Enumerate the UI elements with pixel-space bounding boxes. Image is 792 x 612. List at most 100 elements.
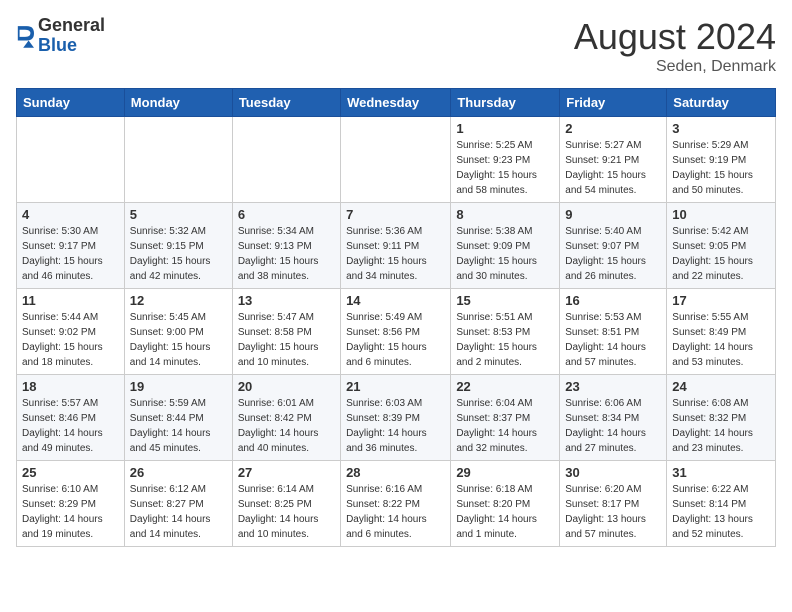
logo-general: General [38, 16, 105, 36]
calendar-cell [17, 117, 125, 203]
calendar-cell [341, 117, 451, 203]
day-info: Sunrise: 6:14 AMSunset: 8:25 PMDaylight:… [238, 482, 335, 542]
page-header: General Blue August 2024 Seden, Denmark [16, 16, 776, 76]
calendar-cell: 27 Sunrise: 6:14 AMSunset: 8:25 PMDayligh… [232, 461, 340, 547]
calendar-cell: 8Sunrise: 5:38 AMSunset: 9:09 PMDaylight… [451, 203, 560, 289]
calendar-cell: 22 Sunrise: 6:04 AMSunset: 8:37 PMDayligh… [451, 375, 560, 461]
calendar-cell: 17 Sunrise: 5:55 AMSunset: 8:49 PMDayligh… [667, 289, 776, 375]
day-info: Sunrise: 5:30 AMSunset: 9:17 PMDaylight:… [22, 224, 119, 284]
day-info: Sunrise: 5:32 AMSunset: 9:15 PMDaylight:… [130, 224, 227, 284]
calendar-body: 1Sunrise: 5:25 AMSunset: 9:23 PMDaylight… [17, 117, 776, 547]
day-number: 29 [456, 465, 554, 480]
day-info: Sunrise: 5:29 AMSunset: 9:19 PMDaylight:… [672, 138, 770, 198]
calendar-cell: 12Sunrise: 5:45 AMSunset: 9:00 PMDayligh… [124, 289, 232, 375]
day-info: Sunrise: 6:16 AMSunset: 8:22 PMDaylight:… [346, 482, 445, 542]
day-number: 31 [672, 465, 770, 480]
calendar-cell: 26 Sunrise: 6:12 AMSunset: 8:27 PMDayligh… [124, 461, 232, 547]
logo: General Blue [16, 16, 105, 56]
calendar-cell: 2 Sunrise: 5:27 AMSunset: 9:21 PMDaylight… [560, 117, 667, 203]
day-number: 18 [22, 379, 119, 394]
calendar-week-5: 25 Sunrise: 6:10 AMSunset: 8:29 PMDayligh… [17, 461, 776, 547]
day-info: Sunrise: 6:22 AMSunset: 8:14 PMDaylight:… [672, 482, 770, 542]
day-info: Sunrise: 6:04 AMSunset: 8:37 PMDaylight:… [456, 396, 554, 456]
calendar-cell: 7 Sunrise: 5:36 AMSunset: 9:11 PMDaylight… [341, 203, 451, 289]
day-info: Sunrise: 5:36 AMSunset: 9:11 PMDaylight:… [346, 224, 445, 284]
day-number: 16 [565, 293, 661, 308]
calendar-cell: 16 Sunrise: 5:53 AMSunset: 8:51 PMDayligh… [560, 289, 667, 375]
day-number: 13 [238, 293, 335, 308]
day-number: 25 [22, 465, 119, 480]
calendar-cell [232, 117, 340, 203]
day-number: 14 [346, 293, 445, 308]
day-number: 11 [22, 293, 119, 308]
weekday-header-saturday: Saturday [667, 89, 776, 117]
calendar-cell: 15 Sunrise: 5:51 AMSunset: 8:53 PMDayligh… [451, 289, 560, 375]
calendar-cell: 24Sunrise: 6:08 AMSunset: 8:32 PMDayligh… [667, 375, 776, 461]
calendar-cell: 18 Sunrise: 5:57 AMSunset: 8:46 PMDayligh… [17, 375, 125, 461]
day-number: 28 [346, 465, 445, 480]
day-info: Sunrise: 5:38 AMSunset: 9:09 PMDaylight:… [456, 224, 554, 284]
day-info: Sunrise: 5:57 AMSunset: 8:46 PMDaylight:… [22, 396, 119, 456]
calendar-cell: 1Sunrise: 5:25 AMSunset: 9:23 PMDaylight… [451, 117, 560, 203]
logo-text: General Blue [38, 16, 105, 56]
day-number: 4 [22, 207, 119, 222]
weekday-header-row: SundayMondayTuesdayWednesdayThursdayFrid… [17, 89, 776, 117]
calendar-cell: 28 Sunrise: 6:16 AMSunset: 8:22 PMDayligh… [341, 461, 451, 547]
day-number: 26 [130, 465, 227, 480]
calendar-cell: 20 Sunrise: 6:01 AMSunset: 8:42 PMDayligh… [232, 375, 340, 461]
day-info: Sunrise: 5:47 AMSunset: 8:58 PMDaylight:… [238, 310, 335, 370]
day-info: Sunrise: 5:53 AMSunset: 8:51 PMDaylight:… [565, 310, 661, 370]
calendar-cell: 30 Sunrise: 6:20 AMSunset: 8:17 PMDayligh… [560, 461, 667, 547]
calendar-week-2: 4 Sunrise: 5:30 AMSunset: 9:17 PMDaylight… [17, 203, 776, 289]
calendar-cell: 3 Sunrise: 5:29 AMSunset: 9:19 PMDaylight… [667, 117, 776, 203]
day-info: Sunrise: 5:59 AMSunset: 8:44 PMDaylight:… [130, 396, 227, 456]
weekday-header-monday: Monday [124, 89, 232, 117]
day-number: 12 [130, 293, 227, 308]
calendar-week-3: 11 Sunrise: 5:44 AMSunset: 9:02 PMDayligh… [17, 289, 776, 375]
day-info: Sunrise: 6:20 AMSunset: 8:17 PMDaylight:… [565, 482, 661, 542]
day-info: Sunrise: 5:40 AMSunset: 9:07 PMDaylight:… [565, 224, 661, 284]
location: Seden, Denmark [574, 58, 776, 76]
day-number: 30 [565, 465, 661, 480]
day-info: Sunrise: 6:08 AMSunset: 8:32 PMDaylight:… [672, 396, 770, 456]
calendar-week-4: 18 Sunrise: 5:57 AMSunset: 8:46 PMDayligh… [17, 375, 776, 461]
day-number: 23 [565, 379, 661, 394]
day-number: 22 [456, 379, 554, 394]
day-info: Sunrise: 5:49 AMSunset: 8:56 PMDaylight:… [346, 310, 445, 370]
day-number: 3 [672, 121, 770, 136]
day-info: Sunrise: 5:27 AMSunset: 9:21 PMDaylight:… [565, 138, 661, 198]
day-info: Sunrise: 5:51 AMSunset: 8:53 PMDaylight:… [456, 310, 554, 370]
day-info: Sunrise: 5:44 AMSunset: 9:02 PMDaylight:… [22, 310, 119, 370]
calendar-week-1: 1Sunrise: 5:25 AMSunset: 9:23 PMDaylight… [17, 117, 776, 203]
month-title: August 2024 Seden, Denmark [574, 16, 776, 76]
day-number: 7 [346, 207, 445, 222]
calendar-header: SundayMondayTuesdayWednesdayThursdayFrid… [17, 89, 776, 117]
day-info: Sunrise: 5:42 AMSunset: 9:05 PMDaylight:… [672, 224, 770, 284]
day-info: Sunrise: 5:25 AMSunset: 9:23 PMDaylight:… [456, 138, 554, 198]
day-number: 27 [238, 465, 335, 480]
day-number: 6 [238, 207, 335, 222]
calendar-cell: 6 Sunrise: 5:34 AMSunset: 9:13 PMDaylight… [232, 203, 340, 289]
day-number: 2 [565, 121, 661, 136]
calendar-cell: 10Sunrise: 5:42 AMSunset: 9:05 PMDayligh… [667, 203, 776, 289]
calendar-cell: 23 Sunrise: 6:06 AMSunset: 8:34 PMDayligh… [560, 375, 667, 461]
day-info: Sunrise: 6:03 AMSunset: 8:39 PMDaylight:… [346, 396, 445, 456]
weekday-header-thursday: Thursday [451, 89, 560, 117]
day-info: Sunrise: 5:55 AMSunset: 8:49 PMDaylight:… [672, 310, 770, 370]
calendar-cell: 5Sunrise: 5:32 AMSunset: 9:15 PMDaylight… [124, 203, 232, 289]
day-info: Sunrise: 6:06 AMSunset: 8:34 PMDaylight:… [565, 396, 661, 456]
day-info: Sunrise: 5:34 AMSunset: 9:13 PMDaylight:… [238, 224, 335, 284]
logo-blue: Blue [38, 36, 105, 56]
day-info: Sunrise: 6:12 AMSunset: 8:27 PMDaylight:… [130, 482, 227, 542]
weekday-header-friday: Friday [560, 89, 667, 117]
weekday-header-sunday: Sunday [17, 89, 125, 117]
day-number: 20 [238, 379, 335, 394]
calendar-cell: 31 Sunrise: 6:22 AMSunset: 8:14 PMDayligh… [667, 461, 776, 547]
day-number: 15 [456, 293, 554, 308]
calendar-cell: 25 Sunrise: 6:10 AMSunset: 8:29 PMDayligh… [17, 461, 125, 547]
day-info: Sunrise: 6:10 AMSunset: 8:29 PMDaylight:… [22, 482, 119, 542]
day-number: 17 [672, 293, 770, 308]
day-number: 21 [346, 379, 445, 394]
day-info: Sunrise: 6:01 AMSunset: 8:42 PMDaylight:… [238, 396, 335, 456]
calendar-cell: 4 Sunrise: 5:30 AMSunset: 9:17 PMDaylight… [17, 203, 125, 289]
